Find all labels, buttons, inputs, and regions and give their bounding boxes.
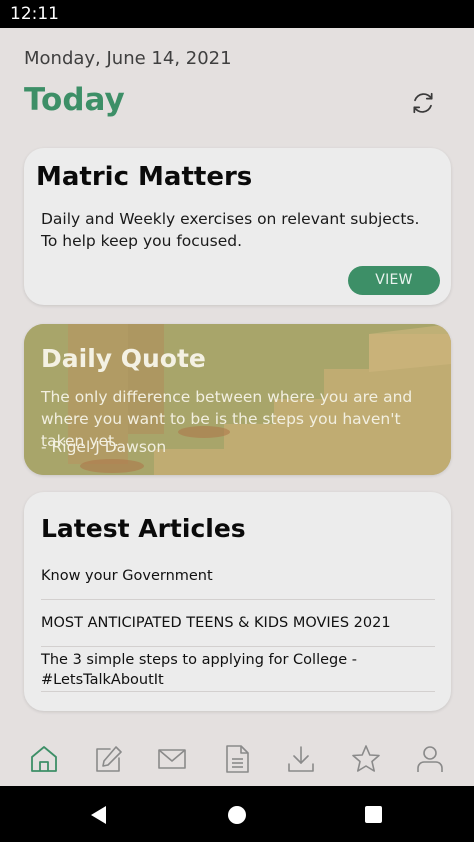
- refresh-icon[interactable]: [410, 90, 436, 116]
- article-item[interactable]: Know your Government: [41, 566, 435, 600]
- latest-articles-card: Latest Articles Know your Government MOS…: [24, 492, 451, 711]
- home-icon[interactable]: [29, 744, 59, 774]
- document-icon[interactable]: [222, 744, 252, 774]
- app-screen: Monday, June 14, 2021 Today Matric Matte…: [0, 28, 474, 786]
- back-icon[interactable]: [90, 806, 108, 824]
- latest-articles-title: Latest Articles: [41, 514, 246, 543]
- article-item[interactable]: MOST ANTICIPATED TEENS & KIDS MOVIES 202…: [41, 613, 435, 647]
- matric-matters-description: Daily and Weekly exercises on relevant s…: [41, 210, 420, 250]
- view-button[interactable]: VIEW: [348, 266, 440, 295]
- daily-quote-title: Daily Quote: [41, 344, 206, 373]
- status-bar: 12:11: [0, 0, 474, 28]
- profile-icon[interactable]: [415, 744, 445, 774]
- matric-matters-card: Matric Matters Daily and Weekly exercise…: [24, 148, 451, 305]
- matric-matters-title: Matric Matters: [36, 162, 253, 192]
- recents-icon[interactable]: [365, 806, 382, 823]
- bottom-nav: [0, 736, 474, 786]
- system-nav-bar: [0, 786, 474, 842]
- daily-quote-card: Daily Quote The only difference between …: [24, 324, 451, 475]
- current-date: Monday, June 14, 2021: [24, 48, 232, 69]
- edit-icon[interactable]: [93, 744, 123, 774]
- article-item[interactable]: The 3 simple steps to applying for Colle…: [41, 650, 435, 692]
- mail-icon[interactable]: [157, 744, 187, 774]
- page-title: Today: [24, 82, 125, 118]
- daily-quote-author: - Rigel J Dawson: [41, 438, 167, 456]
- home-circle-icon[interactable]: [228, 806, 246, 824]
- star-icon[interactable]: [351, 744, 381, 774]
- download-icon[interactable]: [286, 744, 316, 774]
- status-time: 12:11: [10, 4, 59, 24]
